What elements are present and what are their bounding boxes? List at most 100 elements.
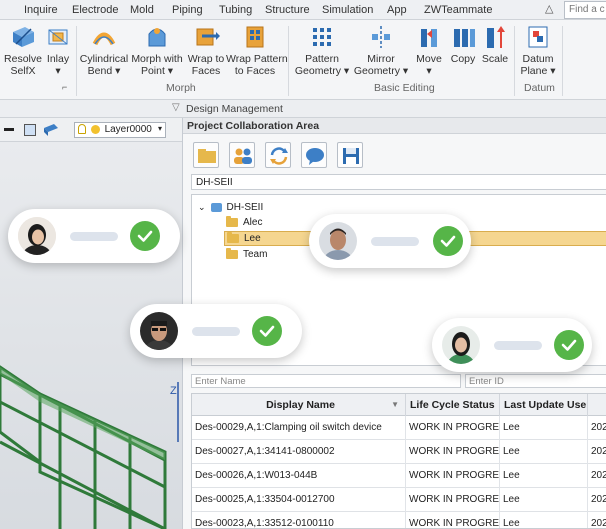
dialog-launcher-icon[interactable]: ⌐ (62, 82, 67, 92)
group-label-morph: Morph (166, 82, 196, 94)
menu-item-mold[interactable]: Mold (130, 4, 154, 16)
save-icon (343, 148, 359, 164)
wrap-pattern-to-faces-button[interactable]: Wrap Pattern to Faces (226, 24, 288, 77)
ribbon-separator (562, 26, 563, 96)
save-button[interactable] (337, 142, 363, 168)
menu-item-simulation[interactable]: Simulation (322, 4, 373, 16)
wrap-to-faces-button[interactable]: Wrap to Faces (186, 24, 226, 77)
z-axis-label: Z (170, 385, 177, 397)
avatar (18, 217, 56, 255)
column-date[interactable] (588, 394, 606, 416)
line-style-icon[interactable] (4, 128, 14, 131)
copy-button[interactable]: Copy (448, 24, 478, 65)
sync-icon (270, 147, 288, 165)
move-button[interactable]: Move ▾ (412, 24, 446, 77)
user-card (309, 214, 471, 268)
lightbulb-icon (78, 124, 86, 135)
chat-icon (306, 148, 324, 165)
user-name-placeholder (192, 327, 240, 336)
layer-toolbar: Layer0000 ▾ (0, 118, 182, 142)
user-name-placeholder (494, 341, 542, 350)
menu-item-tubing[interactable]: Tubing (219, 4, 252, 16)
wrap-pattern-icon (241, 24, 269, 50)
menu-item-structure[interactable]: Structure (265, 4, 310, 16)
name-filter-input[interactable]: Enter Name (191, 374, 461, 388)
move-icon (415, 24, 443, 50)
inlay-button[interactable]: Inlay ▾ (42, 24, 74, 77)
design-management-bar: ▽ Design Management (0, 100, 606, 118)
collaboration-toolbar (193, 142, 363, 168)
pattern-geometry-icon (308, 24, 336, 50)
tree-root[interactable]: ⌄ DH-SEII (198, 200, 263, 215)
check-icon (252, 316, 282, 346)
table-row[interactable]: Des-00026,A,1:W013-044B WORK IN PROGRESS… (192, 464, 606, 488)
chevron-down-icon[interactable]: ⌄ (198, 202, 206, 213)
table-row[interactable]: Des-00025,A,1:33504-0012700 WORK IN PROG… (192, 488, 606, 512)
sort-icon[interactable]: ▼ (391, 394, 399, 416)
tree-item-alec[interactable]: Alec (226, 215, 262, 230)
menu-item-cut[interactable]: e (0, 4, 2, 16)
sync-button[interactable] (265, 142, 291, 168)
layer-select[interactable]: Layer0000 ▾ (74, 122, 166, 138)
table-header: Display Name ▼ Life Cycle Status Last Up… (192, 394, 606, 416)
search-input[interactable]: Find a c (564, 1, 606, 19)
menu-item-electrode[interactable]: Electrode (72, 4, 118, 16)
user-card (8, 209, 180, 263)
datum-plane-button[interactable]: Datum Plane ▾ (518, 24, 558, 77)
cylindrical-bend-button[interactable]: Cylindrical Bend ▾ (78, 24, 130, 77)
group-label-datum: Datum (524, 82, 555, 94)
scale-icon (481, 24, 509, 50)
mirror-geometry-button[interactable]: Mirror Geometry ▾ (352, 24, 410, 77)
chevron-down-icon: ▾ (157, 124, 162, 133)
documents-table: Display Name ▼ Life Cycle Status Last Up… (191, 393, 606, 529)
check-icon (130, 221, 160, 251)
avatar (442, 326, 480, 364)
column-last-update-user[interactable]: Last Update User (500, 394, 588, 416)
id-filter-input[interactable]: Enter ID (465, 374, 606, 388)
folder-icon (198, 149, 216, 163)
chat-button[interactable] (301, 142, 327, 168)
column-display-name[interactable]: Display Name ▼ (192, 394, 406, 416)
check-icon (554, 330, 584, 360)
menu-item-inquire[interactable]: Inquire (24, 4, 58, 16)
table-row[interactable]: Des-00027,A,1:34141-0800002 WORK IN PROG… (192, 440, 606, 464)
column-life-cycle-status[interactable]: Life Cycle Status (406, 394, 500, 416)
pattern-geometry-button[interactable]: Pattern Geometry ▾ (294, 24, 350, 77)
layer-name: Layer0000 (104, 124, 152, 135)
avatar (319, 222, 357, 260)
wrap-faces-icon (192, 24, 220, 50)
morph-with-point-button[interactable]: Morph with Point ▾ (130, 24, 184, 77)
user-name-placeholder (70, 232, 118, 241)
table-row[interactable]: Des-00023,A,1:33512-0100110 WORK IN PROG… (192, 512, 606, 528)
view-style-icon[interactable] (44, 124, 58, 136)
check-icon (433, 226, 463, 256)
users-icon (234, 148, 252, 164)
scale-button[interactable]: Scale (480, 24, 510, 65)
morph-point-icon (143, 24, 171, 50)
users-button[interactable] (229, 142, 255, 168)
project-icon (210, 203, 222, 212)
ribbon-minimize-icon[interactable]: △ (545, 2, 553, 15)
inlay-icon (44, 24, 72, 50)
color-swatch-icon[interactable] (24, 124, 36, 136)
menu-item-piping[interactable]: Piping (172, 4, 203, 16)
folder-icon (226, 248, 238, 259)
mirror-geometry-icon (367, 24, 395, 50)
datum-plane-icon (524, 24, 552, 50)
collapse-arrow-icon[interactable]: ▽ (172, 102, 180, 113)
cylindrical-bend-icon (90, 24, 118, 50)
avatar (140, 312, 178, 350)
copy-icon (449, 24, 477, 50)
user-card (432, 318, 592, 372)
project-path-field[interactable]: DH-SEII (191, 174, 606, 190)
menu-item-app[interactable]: App (387, 4, 407, 16)
resolve-selfx-button[interactable]: Resolve SelfX (4, 24, 42, 77)
tree-item-team[interactable]: Team (226, 247, 267, 262)
folder-button[interactable] (193, 142, 219, 168)
design-management-title: Design Management (186, 103, 283, 115)
user-name-placeholder (371, 237, 419, 246)
sun-icon (90, 124, 100, 134)
ribbon-separator (288, 26, 289, 96)
menu-item-zwteammate[interactable]: ZWTeammate (424, 4, 492, 16)
table-row[interactable]: Des-00029,A,1:Clamping oil switch device… (192, 416, 606, 440)
